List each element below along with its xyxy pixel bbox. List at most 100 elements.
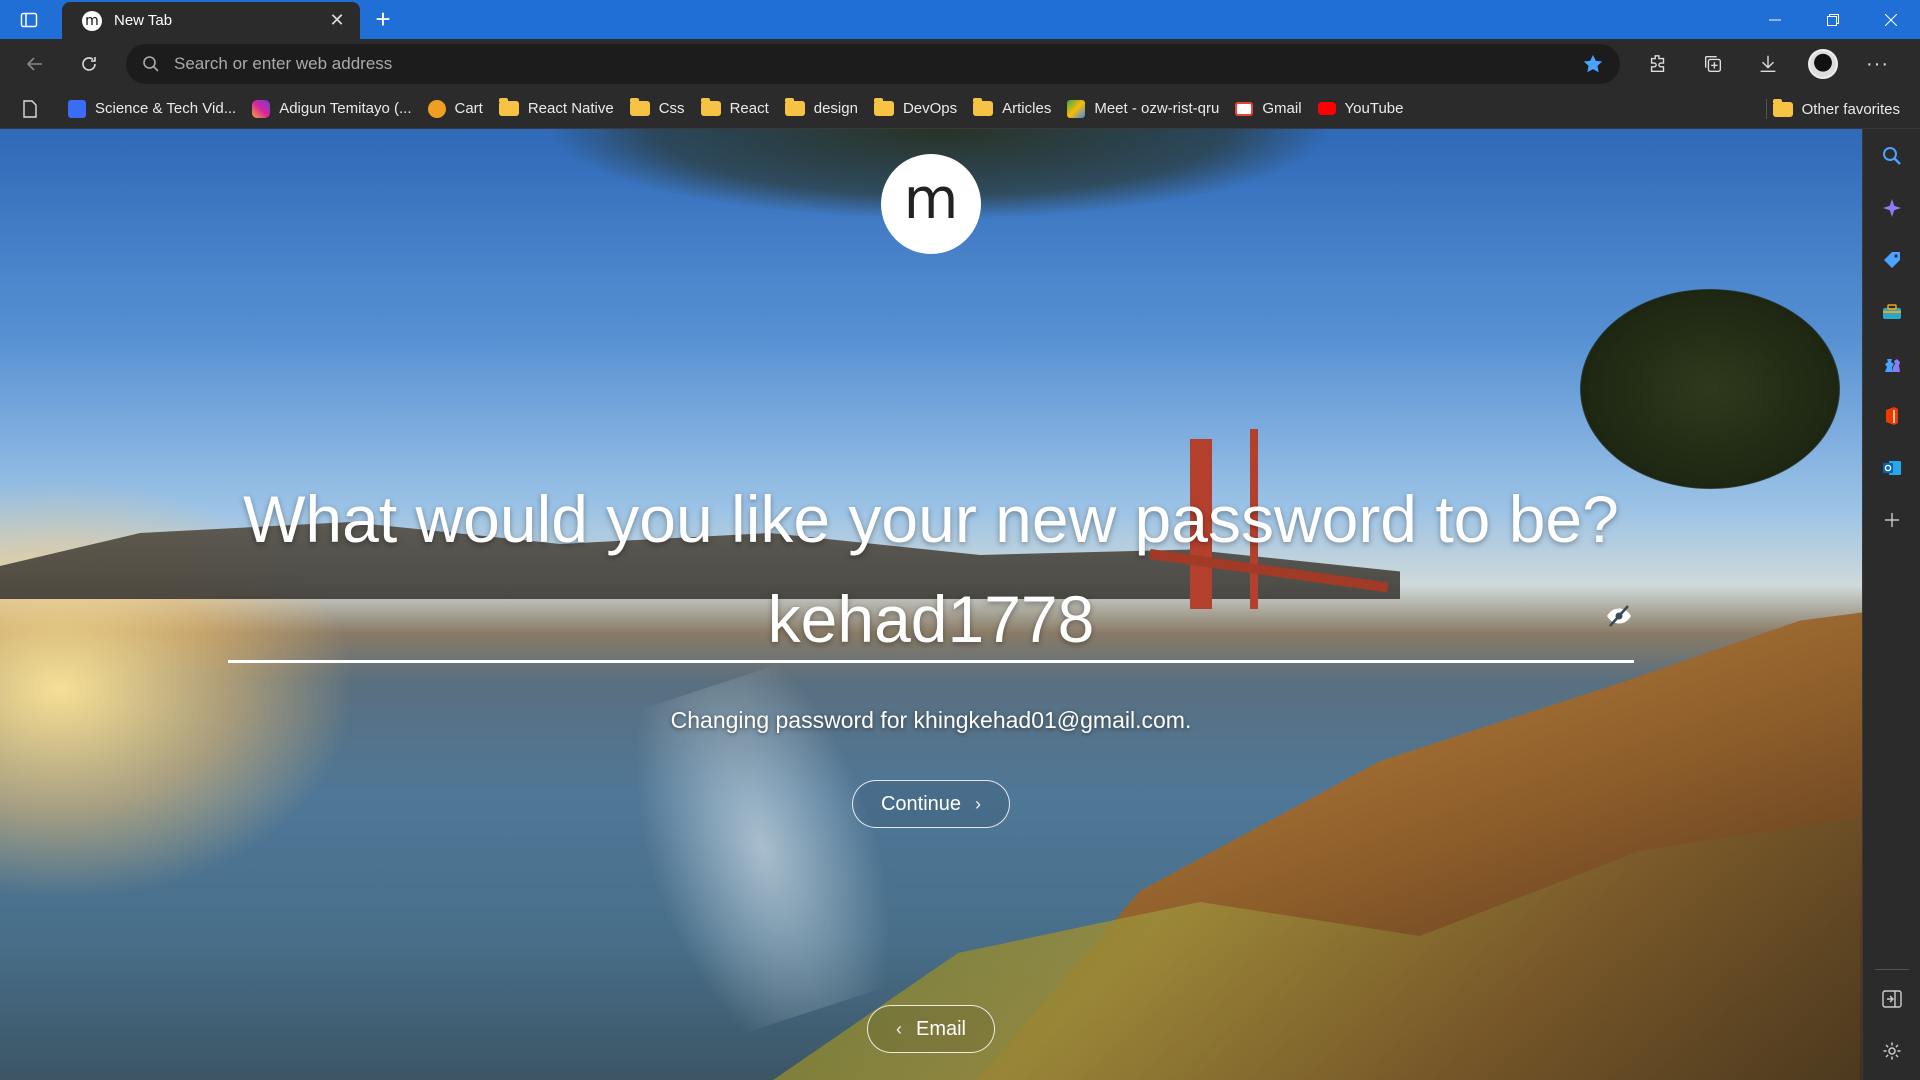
helper-text: Changing password for khingkehad01@gmail… <box>670 707 1192 733</box>
refresh-button[interactable] <box>64 44 114 84</box>
youtube-icon <box>1317 102 1336 115</box>
office-icon <box>1886 407 1898 425</box>
restore-button[interactable] <box>1804 0 1862 39</box>
folder-icon <box>629 98 650 116</box>
refresh-icon <box>82 57 96 71</box>
sidebar-settings-button[interactable] <box>1879 1038 1905 1064</box>
toolbox-icon <box>1883 304 1901 319</box>
bookmark-label: Articles <box>1002 100 1052 117</box>
sidebar-hide-button[interactable] <box>1879 986 1905 1012</box>
sidebar-games-button[interactable] <box>1879 351 1905 377</box>
bookmark-instagram[interactable]: Adigun Temitayo (... <box>244 93 419 125</box>
password-field <box>228 579 1634 663</box>
cart-star-icon <box>427 99 446 118</box>
continue-label: Continue <box>880 792 962 815</box>
minimize-icon <box>1769 19 1781 20</box>
avatar <box>1807 49 1838 79</box>
favorite-star-icon[interactable] <box>1582 53 1604 75</box>
bookmark-folder-devops[interactable]: DevOps <box>866 93 965 125</box>
bookmark-label: React Native <box>527 100 614 117</box>
new-tab-button[interactable]: + <box>368 4 398 34</box>
address-placeholder: Search or enter web address <box>174 54 393 73</box>
bookmark-label: Css <box>658 100 685 117</box>
tab-title: New Tab <box>114 12 173 29</box>
bookmark-youtube[interactable]: YouTube <box>1310 93 1412 125</box>
other-favorites-label: Other favorites <box>1801 100 1900 118</box>
background-tree <box>1580 289 1840 489</box>
sidebar-copilot-button[interactable] <box>1879 195 1905 221</box>
close-tab-icon[interactable]: ✕ <box>326 10 348 32</box>
page-title: What would you like your new password to… <box>243 482 1619 556</box>
tag-icon <box>1884 252 1900 268</box>
sidebar-search-button[interactable] <box>1879 143 1905 169</box>
search-icon <box>143 56 159 72</box>
chevron-left-icon: ‹ <box>895 1018 902 1039</box>
tab-favicon: m <box>82 10 102 31</box>
sidebar <box>1862 129 1920 1080</box>
email-back-button[interactable]: ‹ Email <box>867 1005 995 1053</box>
profile-button[interactable] <box>1795 44 1850 84</box>
sidebar-office-button[interactable] <box>1879 403 1905 429</box>
puzzle-icon <box>1650 55 1664 73</box>
sidebar-shopping-button[interactable] <box>1879 247 1905 273</box>
bookmark-label: Adigun Temitayo (... <box>279 100 412 117</box>
sidebar-tools-button[interactable] <box>1879 299 1905 325</box>
chevron-right-icon: › <box>975 793 982 814</box>
bookmark-gmail[interactable]: Gmail <box>1227 93 1309 125</box>
close-window-button[interactable] <box>1862 0 1920 39</box>
sidebar-outlook-button[interactable] <box>1879 455 1905 481</box>
bookmark-folder-articles[interactable]: Articles <box>965 93 1059 125</box>
continue-button[interactable]: Continue › <box>852 780 1010 828</box>
bookmark-label: DevOps <box>902 100 958 117</box>
gmail-icon <box>1235 101 1254 116</box>
tab-actions-button[interactable] <box>0 0 58 39</box>
downloads-button[interactable] <box>1740 44 1795 84</box>
more-dots-icon: ··· <box>1866 52 1889 75</box>
bookmark-label: Meet - ozw-rist-qru <box>1094 100 1220 117</box>
page-icon[interactable] <box>16 99 44 118</box>
bookmark-label: design <box>813 100 858 117</box>
bookmark-label: Cart <box>454 100 483 117</box>
collections-button[interactable] <box>1685 44 1740 84</box>
tab-actions-icon <box>20 12 38 27</box>
tab-new-tab[interactable]: m New Tab ✕ <box>62 2 360 39</box>
bookmark-cart[interactable]: Cart <box>420 93 491 125</box>
toolbar-actions: ··· <box>1630 44 1905 84</box>
folder-icon <box>700 98 721 116</box>
sidebar-add-button[interactable] <box>1879 507 1905 533</box>
settings-more-button[interactable]: ··· <box>1850 44 1905 84</box>
navigation-toolbar: Search or enter web address ··· <box>0 39 1920 89</box>
hide-password-icon[interactable] <box>1604 601 1634 631</box>
window-controls <box>1746 0 1920 39</box>
sidebar-divider <box>1875 969 1909 970</box>
login-page: m What would you like your new password … <box>0 129 1862 1080</box>
extensions-button[interactable] <box>1630 44 1685 84</box>
bookmark-folder-design[interactable]: design <box>777 93 866 125</box>
back-arrow-icon <box>26 57 42 71</box>
bookmark-folder-react-native[interactable]: React Native <box>491 93 622 125</box>
restore-icon <box>1827 13 1839 26</box>
folder-icon <box>498 98 519 116</box>
minimize-button[interactable] <box>1746 0 1804 39</box>
plus-icon: + <box>375 3 391 34</box>
back-button[interactable] <box>10 44 60 84</box>
panel-collapse-icon <box>1882 990 1902 1008</box>
search-icon <box>1883 147 1901 165</box>
gear-icon <box>1883 1042 1901 1060</box>
bookmark-label: YouTube <box>1344 100 1404 117</box>
download-icon <box>1760 55 1775 73</box>
folder-icon <box>1772 98 1793 117</box>
chess-icon <box>1885 359 1900 372</box>
address-bar[interactable]: Search or enter web address <box>126 44 1620 84</box>
password-input[interactable] <box>228 579 1634 659</box>
favorites-bar: Science & Tech Vid... Adigun Temitayo (.… <box>0 89 1920 129</box>
bookmark-science-tech[interactable]: Science & Tech Vid... <box>60 93 244 125</box>
google-meet-icon <box>1067 99 1086 118</box>
bookmark-folder-css[interactable]: Css <box>622 93 693 125</box>
bookmark-google-meet[interactable]: Meet - ozw-rist-qru <box>1059 93 1227 125</box>
other-favorites[interactable]: Other favorites <box>1765 93 1908 125</box>
folder-icon <box>784 98 805 116</box>
bookmark-folder-react[interactable]: React <box>693 93 777 125</box>
folder-icon <box>973 98 994 116</box>
close-icon <box>1885 13 1897 26</box>
